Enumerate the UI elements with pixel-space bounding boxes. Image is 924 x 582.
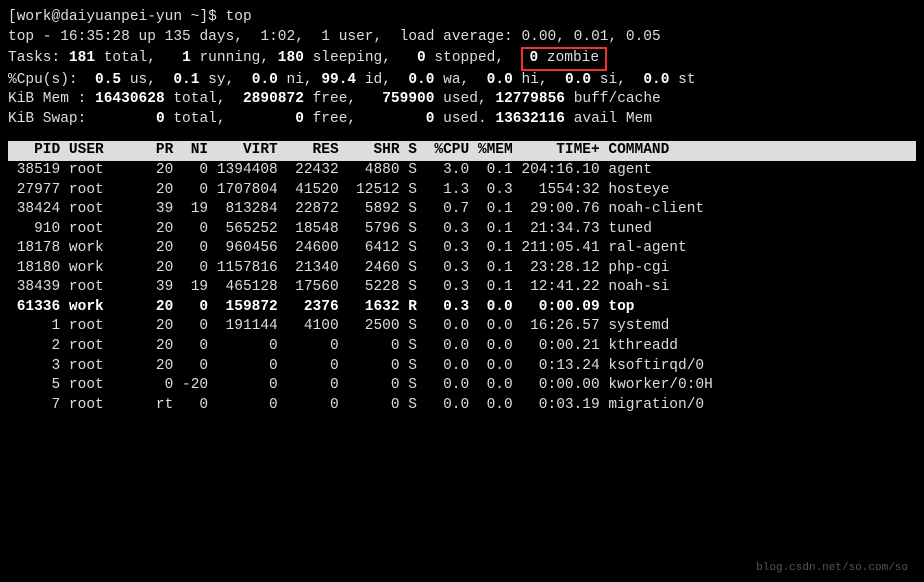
mem-used-suf: used, xyxy=(434,91,486,107)
top-mem-line: KiB Mem : 16430628 total, 2890872 free, … xyxy=(8,90,916,110)
table-row[interactable]: 18180 work 20 0 1157816 21340 2460 S 0.3… xyxy=(8,259,916,279)
table-row[interactable]: 27977 root 20 0 1707804 41520 12512 S 1.… xyxy=(8,181,916,201)
tasks-label: Tasks: xyxy=(8,50,60,66)
table-row[interactable]: 38439 root 39 19 465128 17560 5228 S 0.3… xyxy=(8,278,916,298)
mem-free: 2890872 xyxy=(243,91,304,107)
tasks-stopped: 0 xyxy=(417,50,426,66)
tasks-total: 181 xyxy=(69,50,95,66)
zombie-highlight: 0 zombie xyxy=(521,47,607,71)
top-summary-line1: top - 16:35:28 up 135 days, 1:02, 1 user… xyxy=(8,28,916,48)
up-label: up xyxy=(130,29,165,45)
tasks-running: 1 xyxy=(182,50,191,66)
tasks-sleeping-suf: sleeping, xyxy=(304,50,391,66)
table-row[interactable]: 5 root 0 -20 0 0 0 S 0.0 0.0 0:00.00 kwo… xyxy=(8,376,916,396)
tasks-stopped-suf: stopped, xyxy=(426,50,504,66)
cpu-us-suf: us, xyxy=(121,72,156,88)
swap-label: KiB Swap: xyxy=(8,111,86,127)
cpu-id-suf: id, xyxy=(356,72,391,88)
cpu-label: %Cpu(s): xyxy=(8,72,78,88)
swap-used-suf: used. xyxy=(434,111,486,127)
table-row[interactable]: 61336 work 20 0 159872 2376 1632 R 0.3 0… xyxy=(8,298,916,318)
table-row[interactable]: 18178 work 20 0 960456 24600 6412 S 0.3 … xyxy=(8,239,916,259)
table-row[interactable]: 7 root rt 0 0 0 0 S 0.0 0.0 0:03.19 migr… xyxy=(8,396,916,416)
cpu-ni: 0.0 xyxy=(252,72,278,88)
table-row[interactable]: 38519 root 20 0 1394408 22432 4880 S 3.0… xyxy=(8,161,916,181)
swap-total-suf: total, xyxy=(165,111,226,127)
top-tasks-line: Tasks: 181 total, 1 running, 180 sleepin… xyxy=(8,47,916,71)
mem-free-suf: free, xyxy=(304,91,356,107)
tasks-running-suf: running, xyxy=(191,50,269,66)
cpu-id: 99.4 xyxy=(321,72,356,88)
cpu-st-suf: st xyxy=(669,72,695,88)
table-row[interactable]: 2 root 20 0 0 0 0 S 0.0 0.0 0:00.21 kthr… xyxy=(8,337,916,357)
mem-total: 16430628 xyxy=(95,91,165,107)
swap-avail-suf: avail Mem xyxy=(565,111,652,127)
cpu-wa-suf: wa, xyxy=(434,72,469,88)
cpu-si-suf: si, xyxy=(591,72,626,88)
cpu-ni-suf: ni, xyxy=(278,72,313,88)
swap-avail: 13632116 xyxy=(495,111,565,127)
top-cpu-line: %Cpu(s): 0.5 us, 0.1 sy, 0.0 ni, 99.4 id… xyxy=(8,71,916,91)
cpu-sy: 0.1 xyxy=(173,72,199,88)
watermark: blog.csdn.net/so.com/so xyxy=(756,561,908,576)
swap-total: 0 xyxy=(156,111,165,127)
swap-free-suf: free, xyxy=(304,111,356,127)
mem-total-suf: total, xyxy=(165,91,226,107)
shell-prompt: [work@daiyuanpei-yun ~]$ top xyxy=(8,8,916,28)
cpu-wa: 0.0 xyxy=(408,72,434,88)
table-row[interactable]: 3 root 20 0 0 0 0 S 0.0 0.0 0:13.24 ksof… xyxy=(8,357,916,377)
table-row[interactable]: 38424 root 39 19 813284 22872 5892 S 0.7… xyxy=(8,200,916,220)
cpu-st: 0.0 xyxy=(643,72,669,88)
table-row[interactable]: 1 root 20 0 191144 4100 2500 S 0.0 0.0 1… xyxy=(8,317,916,337)
tasks-zombie-suf: zombie xyxy=(538,50,599,66)
table-row[interactable]: 910 root 20 0 565252 18548 5796 S 0.3 0.… xyxy=(8,220,916,240)
process-table-header[interactable]: PID USER PR NI VIRT RES SHR S %CPU %MEM … xyxy=(8,141,916,161)
users: 1 user xyxy=(321,29,373,45)
tasks-zombie: 0 xyxy=(529,50,538,66)
top-time: 16:35:28 xyxy=(60,29,130,45)
load-avg: 0.00, 0.01, 0.05 xyxy=(521,29,660,45)
mem-buff-suf: buff/cache xyxy=(565,91,661,107)
top-label: top - xyxy=(8,29,60,45)
mem-label: KiB Mem : xyxy=(8,91,86,107)
tasks-sleeping: 180 xyxy=(278,50,304,66)
tasks-total-suf: total, xyxy=(95,50,156,66)
uptime: 135 days, 1:02 xyxy=(165,29,296,45)
cpu-hi-suf: hi, xyxy=(513,72,548,88)
top-swap-line: KiB Swap: 0 total, 0 free, 0 used. 13632… xyxy=(8,110,916,130)
swap-free: 0 xyxy=(295,111,304,127)
mem-used: 759900 xyxy=(382,91,434,107)
process-table: 38519 root 20 0 1394408 22432 4880 S 3.0… xyxy=(8,161,916,415)
cpu-sy-suf: sy, xyxy=(199,72,234,88)
mem-buff: 12779856 xyxy=(495,91,565,107)
cpu-hi: 0.0 xyxy=(487,72,513,88)
load-label: load average: xyxy=(400,29,513,45)
cpu-si: 0.0 xyxy=(565,72,591,88)
cpu-us: 0.5 xyxy=(95,72,121,88)
